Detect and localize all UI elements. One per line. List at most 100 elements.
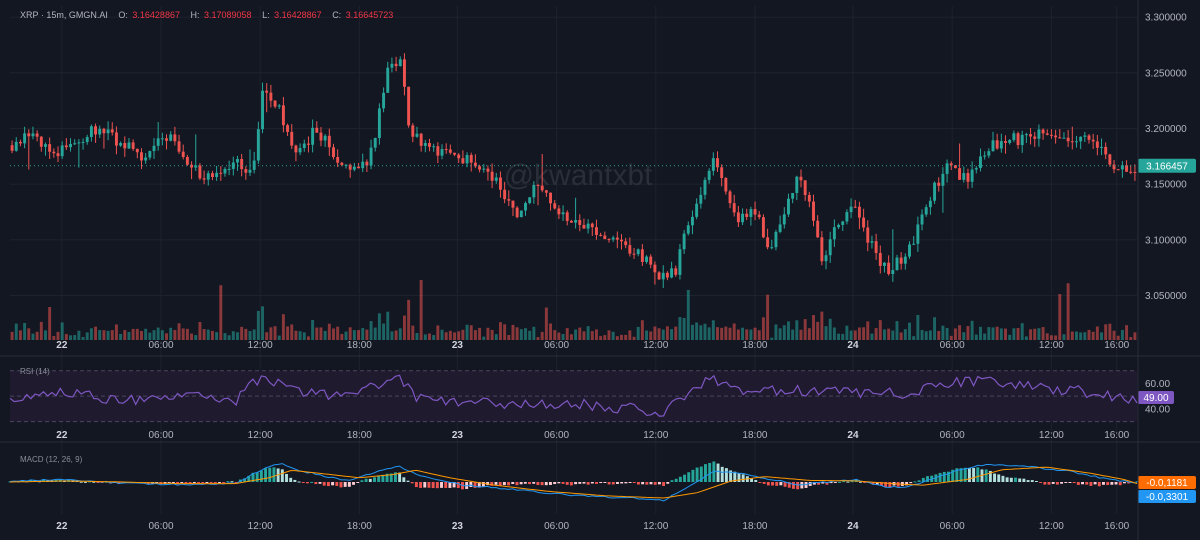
volume-bar	[1112, 330, 1116, 340]
candle-body	[160, 138, 164, 140]
candle	[761, 214, 765, 239]
macd-hist-bar	[1081, 482, 1084, 485]
volume-bar	[791, 329, 795, 340]
candle-body	[415, 133, 419, 137]
macd-hist-bar	[272, 467, 276, 482]
volume-bar	[557, 332, 561, 340]
time-tick-label: 24	[847, 521, 859, 532]
macd-hist-bar	[331, 482, 335, 486]
macd-hist-bar	[616, 482, 619, 484]
candle-body	[290, 131, 294, 146]
time-tick-label: 06:00	[544, 430, 569, 441]
candle-body	[803, 180, 807, 196]
volume-bar	[503, 324, 507, 340]
macd-hist-bar	[201, 482, 205, 484]
macd-hist-bar	[666, 482, 670, 484]
candle-body	[436, 146, 440, 156]
candle-body	[941, 173, 945, 186]
candle-body	[599, 234, 603, 236]
macd-hist-bar	[942, 471, 946, 482]
time-tick-label: 06:00	[940, 430, 965, 441]
candle-body	[799, 176, 803, 181]
candle-body	[169, 134, 173, 141]
volume-bar	[1037, 328, 1041, 340]
macd-hist-bar	[440, 482, 443, 488]
volume-bar	[1120, 329, 1124, 340]
macd-hist-bar	[662, 482, 666, 486]
trading-chart[interactable]: @kwantxbt XRP · 15m, GMGN.AI O: 3.164288…	[0, 0, 1200, 540]
candle-body	[770, 247, 774, 249]
candle-body	[515, 207, 519, 218]
macd-hist-bar	[419, 482, 423, 488]
volume-bar	[991, 327, 995, 340]
volume-bar	[298, 331, 302, 340]
time-tick-label: 12:00	[248, 521, 273, 532]
time-tick-label: 06:00	[149, 340, 174, 351]
candle-body	[210, 173, 214, 178]
macd-hist-bar	[519, 482, 523, 485]
candle-body	[1095, 141, 1099, 148]
candle-body	[628, 245, 632, 254]
candle-body	[883, 262, 886, 266]
volume-bar	[327, 323, 331, 340]
volume-bar	[240, 326, 244, 340]
candle-body	[60, 145, 64, 157]
candle-body	[703, 179, 707, 195]
candle-body	[35, 133, 39, 137]
time-tick-label: 16:00	[1104, 430, 1129, 441]
volume-bar	[678, 317, 682, 340]
volume-bar	[194, 335, 198, 340]
candle-body	[607, 239, 611, 241]
volume-bar	[757, 330, 761, 340]
volume-bar	[908, 322, 911, 340]
volume-bar	[924, 331, 928, 340]
high-value: 3.17089058	[204, 10, 252, 20]
candle-body	[302, 143, 306, 149]
volume-bar	[816, 321, 820, 340]
candle-body	[778, 224, 782, 232]
volume-bar	[845, 325, 849, 340]
time-tick-label: 06:00	[940, 340, 965, 351]
macd-hist-bar	[205, 482, 209, 483]
macd-hist-bar	[339, 482, 343, 488]
macd-hist-bar	[502, 482, 506, 486]
volume-bar	[574, 329, 578, 340]
volume-bar	[281, 314, 285, 340]
macd-hist-bar	[230, 481, 234, 483]
volume-bar	[549, 323, 553, 340]
candle	[678, 244, 682, 280]
volume-bar	[820, 311, 824, 340]
volume-bar	[177, 323, 181, 340]
candle-body	[39, 136, 43, 147]
macd-hist-bar	[410, 482, 414, 484]
macd-hist-bar	[771, 482, 774, 486]
volume-bar	[223, 333, 227, 340]
macd-hist-bar	[285, 473, 288, 482]
volume-bar	[89, 328, 93, 340]
volume-bar	[636, 326, 640, 340]
close-label: C:	[332, 10, 341, 20]
candle-body	[1108, 154, 1112, 165]
macd-hist-bar	[641, 482, 645, 485]
macd-hist-bar	[444, 482, 448, 488]
volume-bar	[1075, 331, 1078, 340]
macd-hist-bar	[1026, 480, 1030, 482]
volume-bar	[494, 334, 498, 340]
candle-body	[1066, 137, 1070, 142]
volume-bar	[244, 328, 248, 340]
time-tick-label: 23	[452, 521, 464, 532]
volume-bar	[123, 330, 127, 340]
volume-bar	[369, 321, 373, 340]
volume-bar	[670, 329, 674, 340]
candle-body	[319, 132, 323, 141]
signal-value-tag: -0.0,3301	[1138, 490, 1196, 503]
volume-bar	[152, 330, 156, 340]
volume-bar	[69, 335, 72, 340]
candle-body	[202, 178, 206, 180]
volume-bar	[340, 334, 344, 340]
candle-body	[695, 203, 699, 217]
candle-body	[749, 209, 753, 217]
volume-bar	[10, 331, 14, 340]
volume-bar	[361, 328, 365, 340]
candle-body	[498, 177, 502, 190]
